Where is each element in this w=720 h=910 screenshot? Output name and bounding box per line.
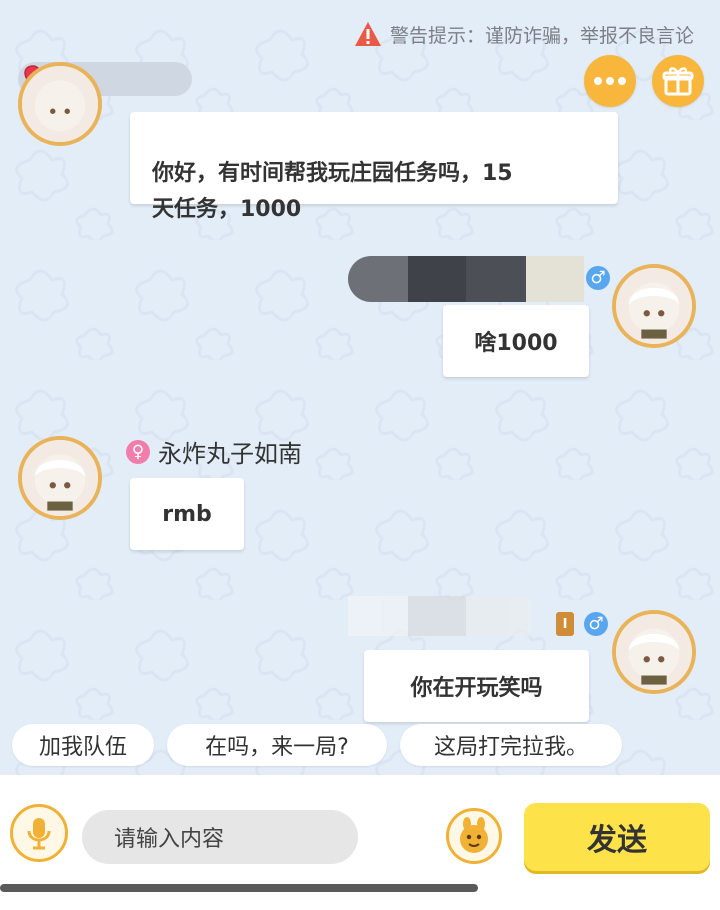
my-avatar[interactable] — [612, 610, 696, 694]
quick-reply-label: 加我队伍 — [38, 735, 127, 760]
gift-button[interactable] — [652, 55, 704, 107]
gift-icon — [662, 67, 694, 96]
sender-name-row: ♀ 永炸丸子如南 — [126, 434, 302, 469]
sender-name: 永炸丸子如南 — [158, 440, 302, 468]
warning-text: 警告提示：谨防诈骗，举报不良言论 — [389, 24, 694, 47]
send-button[interactable]: 发送 — [524, 803, 710, 871]
chat-area[interactable]: 警告提示：谨防诈骗，举报不良言论 0 你好，有时间帮我玩庄园任务吗，15 天任务… — [0, 0, 720, 775]
quick-reply-play-round[interactable]: 在吗，来一局? — [167, 724, 387, 766]
message-text: 你在开玩笑吗 — [410, 676, 543, 701]
quick-reply-invite-after[interactable]: 这局打完拉我。 — [400, 724, 622, 766]
blurred-sender-name — [348, 596, 530, 636]
male-gender-icon: ♂ — [586, 266, 610, 290]
more-dots-icon — [594, 77, 626, 85]
male-gender-icon: ♂ — [584, 612, 608, 636]
emoji-button[interactable] — [446, 808, 502, 864]
microphone-icon — [27, 818, 51, 850]
scroll-indicator — [0, 884, 478, 892]
blurred-sender-name — [348, 256, 584, 302]
message-bubble[interactable]: 你好，有时间帮我玩庄园任务吗，15 天任务，1000 — [130, 112, 618, 222]
female-gender-icon: ♀ — [126, 439, 150, 464]
send-button-label: 发送 — [587, 823, 647, 858]
more-button[interactable] — [584, 55, 636, 107]
fraud-warning: 警告提示：谨防诈骗，举报不良言论 — [354, 20, 694, 48]
message-input[interactable]: 请输入内容 — [82, 810, 358, 864]
quick-reply-add-team[interactable]: 加我队伍 — [12, 724, 154, 766]
level-badge-icon: I — [556, 612, 574, 636]
warning-triangle-icon — [354, 22, 381, 46]
quick-reply-label: 这局打完拉我。 — [433, 735, 588, 760]
message-text: 啥1000 — [474, 331, 558, 356]
message-bubble[interactable]: 你在开玩笑吗 — [364, 650, 589, 722]
emoji-icon — [460, 817, 488, 853]
message-text: rmb — [162, 501, 212, 527]
sender-avatar[interactable] — [18, 436, 102, 520]
message-input-placeholder: 请输入内容 — [114, 827, 225, 852]
my-avatar[interactable] — [612, 264, 696, 348]
message-bubble[interactable]: 啥1000 — [443, 305, 589, 377]
sender-avatar[interactable] — [18, 62, 102, 146]
message-bubble[interactable]: rmb — [130, 478, 244, 550]
quick-reply-label: 在吗，来一局? — [205, 735, 349, 760]
voice-button[interactable] — [10, 804, 68, 862]
